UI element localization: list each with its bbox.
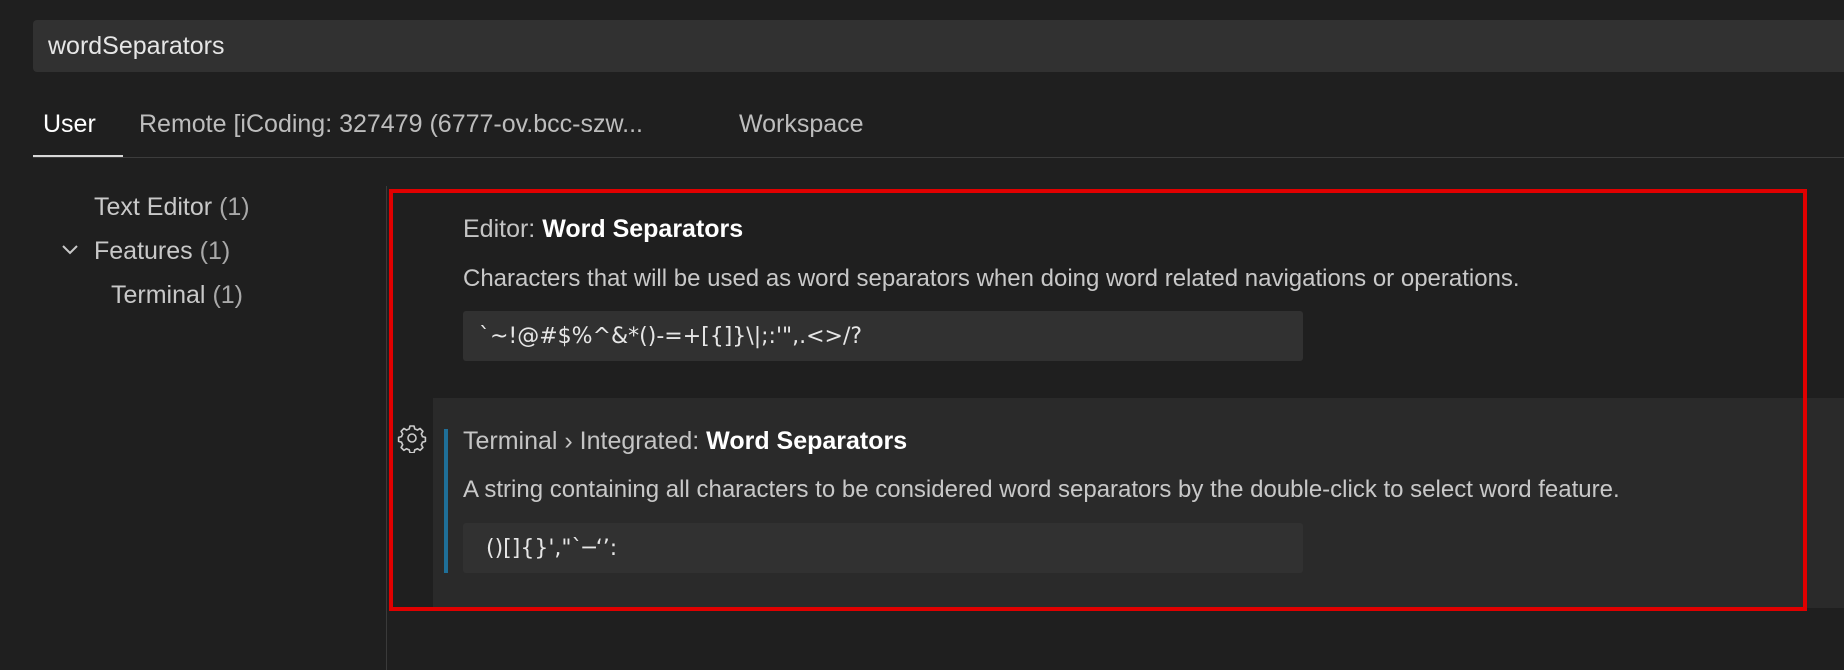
toc-divider: [386, 186, 387, 670]
settings-search-input[interactable]: wordSeparators: [33, 20, 1844, 72]
active-tab-indicator: [33, 155, 123, 157]
toc-item-count: (1): [212, 281, 243, 309]
toc-item-label: Terminal: [111, 281, 206, 309]
tab-remote[interactable]: Remote [iCoding: 327479 (6777-ov.bcc-szw…: [139, 110, 643, 139]
chevron-down-icon[interactable]: [60, 240, 80, 260]
toc-item-text-editor[interactable]: Text Editor (1): [94, 193, 250, 222]
tab-workspace[interactable]: Workspace: [739, 110, 864, 139]
toc-item-terminal[interactable]: Terminal (1): [111, 281, 243, 310]
toc-item-features[interactable]: Features (1): [94, 237, 230, 266]
toc-item-count: (1): [219, 193, 250, 221]
toc-item-count: (1): [199, 237, 231, 265]
tab-user[interactable]: User: [43, 110, 96, 139]
settings-scope-tabs: User Remote [iCoding: 327479 (6777-ov.bc…: [33, 96, 1844, 158]
search-input-value: wordSeparators: [48, 31, 225, 60]
highlight-frame: [389, 189, 1807, 611]
toc-item-label: Features: [94, 237, 193, 265]
toc-item-label: Text Editor: [94, 193, 213, 221]
